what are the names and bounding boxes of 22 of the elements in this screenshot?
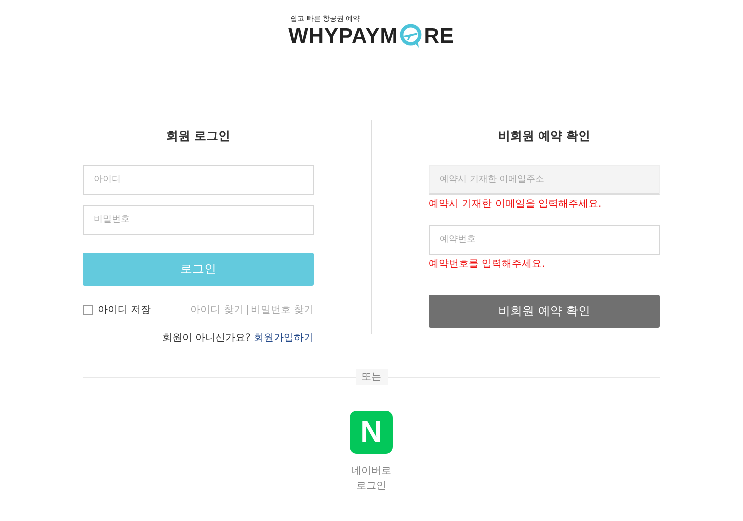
speech-bubble-plane-icon — [399, 24, 424, 50]
find-link[interactable]: 비밀번호 찾기 — [250, 303, 314, 317]
id-field[interactable]: 아이디 — [83, 165, 314, 195]
find-link[interactable]: 아이디 찾기 — [190, 303, 244, 317]
signup-prompt: 회원이 아니신가요? — [162, 332, 251, 345]
logo-text: WHYPAYM — [288, 25, 398, 49]
booking-number-field[interactable]: 예약번호 — [429, 225, 660, 255]
checkbox-label: 아이디 저장 — [98, 304, 152, 317]
password-field[interactable]: 비밀번호 — [83, 205, 314, 235]
checkbox[interactable] — [83, 305, 93, 315]
error-message: 예약시 기재한 이메일을 입력해주세요. — [429, 198, 603, 211]
signup-link[interactable]: 회원가입하기 — [254, 331, 314, 345]
guest-check-button[interactable]: 비회원 예약 확인 — [429, 295, 660, 328]
naver-login-label: 로그인 — [356, 480, 386, 494]
divider-label: 또는 — [356, 369, 388, 385]
naver-login-button[interactable]: N — [350, 411, 393, 454]
section-title: 비회원 예약 확인 — [497, 128, 592, 145]
login-button[interactable]: 로그인 — [83, 253, 314, 286]
error-message: 예약번호를 입력해주세요. — [429, 258, 546, 271]
section-title: 회원 로그인 — [165, 128, 232, 145]
naver-login-label: 네이버로 — [352, 465, 392, 479]
logo-text: RE — [424, 25, 454, 49]
